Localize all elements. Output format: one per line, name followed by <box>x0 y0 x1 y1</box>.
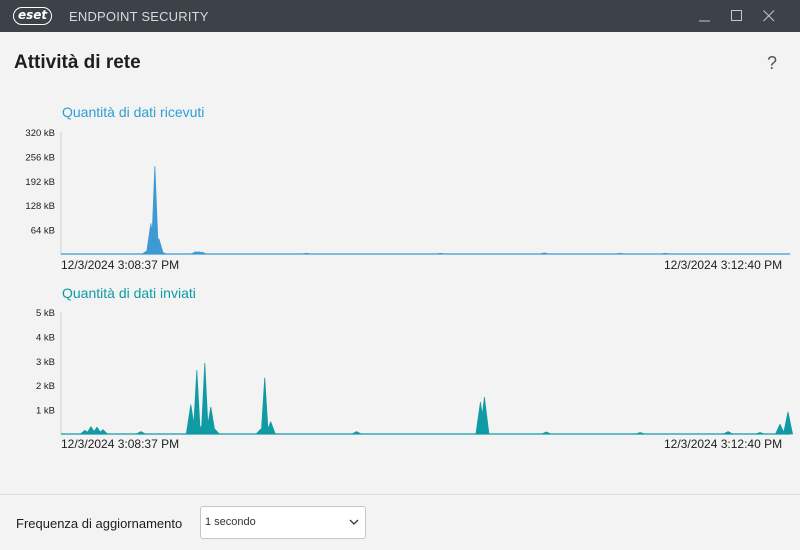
received-y-tick-label: 64 kB <box>31 226 55 237</box>
sent-y-tick-label: 2 kB <box>36 381 55 392</box>
page-title: Attività di rete <box>14 52 141 73</box>
refresh-rate-value: 1 secondo <box>205 516 256 528</box>
sent-y-tick-label: 4 kB <box>36 332 55 343</box>
footer: Frequenza di aggiornamento 1 secondo <box>0 494 800 550</box>
received-y-tick-label: 320 kB <box>25 128 55 139</box>
received-start-time: 12/3/2024 3:08:37 PM <box>61 258 180 272</box>
sent-start-time: 12/3/2024 3:08:37 PM <box>61 437 180 451</box>
sent-y-tick-label: 3 kB <box>36 357 55 368</box>
close-icon <box>763 10 775 22</box>
received-chart: 320 kB 256 kB 192 kB 128 kB 64 kB <box>25 128 791 255</box>
maximize-button[interactable] <box>720 0 754 32</box>
title-bar: eset ENDPOINT SECURITY <box>0 0 800 32</box>
app-title: ENDPOINT SECURITY <box>69 9 209 24</box>
received-series-area <box>60 165 791 255</box>
received-end-time: 12/3/2024 3:12:40 PM <box>664 258 783 272</box>
sent-y-tick-label: 1 kB <box>36 406 55 417</box>
minimize-button[interactable] <box>688 0 722 32</box>
sent-chart: 5 kB 4 kB 3 kB 2 kB 1 kB <box>36 308 793 435</box>
maximize-icon <box>731 10 742 21</box>
sent-end-time: 12/3/2024 3:12:40 PM <box>664 437 783 451</box>
received-y-tick-label: 128 kB <box>25 201 55 212</box>
sent-series-area <box>60 362 793 435</box>
minimize-icon <box>699 20 710 22</box>
eset-logo: eset <box>13 7 53 25</box>
eset-logo-text: eset <box>13 7 53 25</box>
chevron-down-icon <box>349 519 359 525</box>
help-button[interactable]: ? <box>762 52 782 74</box>
sent-y-tick-label: 5 kB <box>36 308 55 319</box>
received-y-tick-label: 256 kB <box>25 152 55 163</box>
received-y-tick-label: 192 kB <box>25 177 55 188</box>
refresh-rate-select[interactable]: 1 secondo <box>200 506 366 539</box>
close-button[interactable] <box>752 0 786 32</box>
received-chart-title: Quantità di dati ricevuti <box>62 104 205 120</box>
refresh-rate-label: Frequenza di aggiornamento <box>16 516 183 531</box>
